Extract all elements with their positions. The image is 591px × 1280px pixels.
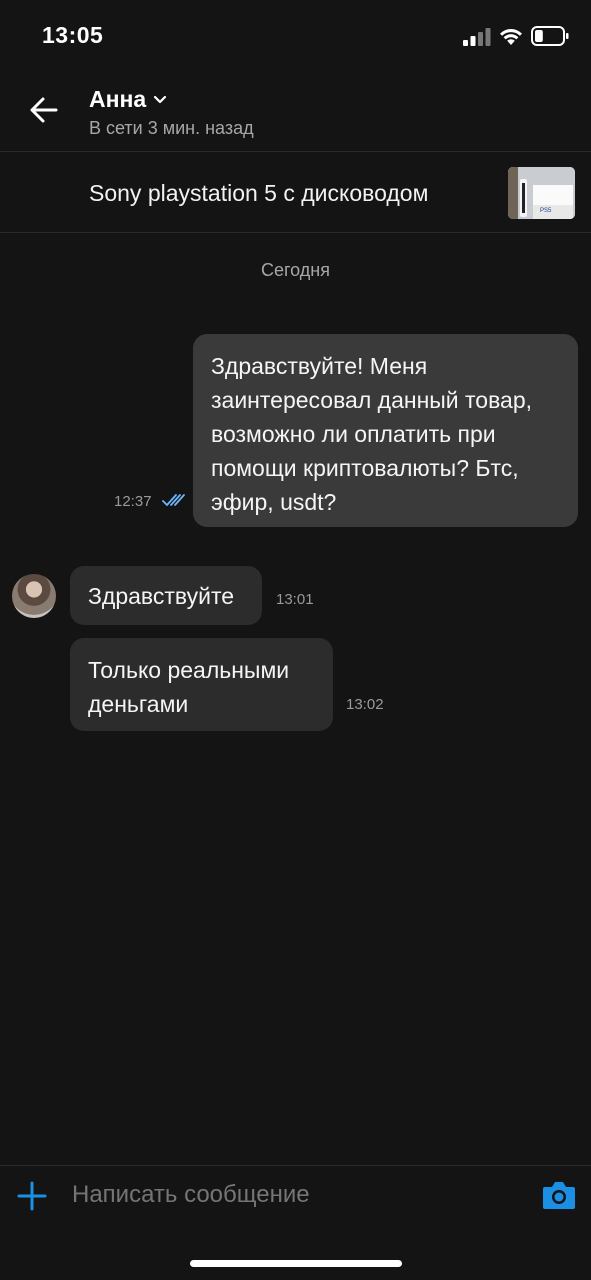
header-divider (0, 151, 591, 152)
date-separator: Сегодня (261, 260, 330, 280)
message-line: заинтересовал данный товар, (211, 387, 533, 413)
message-line: деньгами (88, 691, 189, 717)
contact-name[interactable]: Анна (89, 86, 146, 113)
product-title[interactable]: Sony playstation 5 с дисководом (89, 180, 428, 207)
camera-icon[interactable] (542, 1180, 576, 1210)
message-time: 13:02 (346, 696, 384, 713)
outgoing-message-bubble[interactable]: Здравствуйте! Меня заинтересовал данный … (193, 334, 578, 527)
composer-divider (0, 1165, 591, 1166)
chevron-down-icon[interactable] (152, 92, 168, 108)
contact-avatar[interactable] (12, 574, 56, 618)
message-line: Только реальными (88, 657, 290, 683)
message-line: помощи криптовалюты? Бтс, (211, 455, 519, 481)
battery-icon (531, 26, 569, 46)
back-arrow-icon[interactable] (28, 94, 60, 126)
message-time: 13:01 (276, 591, 314, 608)
plus-icon[interactable] (17, 1181, 47, 1211)
message-line: эфир, usdt? (211, 489, 337, 515)
incoming-message-bubble[interactable]: Здравствуйте (70, 566, 262, 625)
product-thumbnail[interactable]: PS5 (508, 167, 575, 219)
message-line: Здравствуйте (88, 583, 235, 609)
message-line: возможно ли оплатить при (211, 421, 496, 447)
incoming-message-bubble[interactable]: Только реальными деньгами (70, 638, 333, 731)
status-bar-time: 13:05 (42, 22, 104, 48)
home-indicator (190, 1260, 402, 1267)
message-input[interactable] (72, 1181, 512, 1209)
svg-text:PS5: PS5 (540, 208, 552, 214)
product-divider (0, 232, 591, 233)
contact-online-status: В сети 3 мин. назад (89, 118, 254, 138)
cellular-signal-icon (463, 28, 491, 46)
message-line: Здравствуйте! Меня (211, 353, 428, 379)
product-image: PS5 (508, 167, 575, 219)
wifi-icon (500, 29, 522, 45)
double-check-icon (162, 494, 185, 506)
message-time: 12:37 (114, 493, 152, 510)
